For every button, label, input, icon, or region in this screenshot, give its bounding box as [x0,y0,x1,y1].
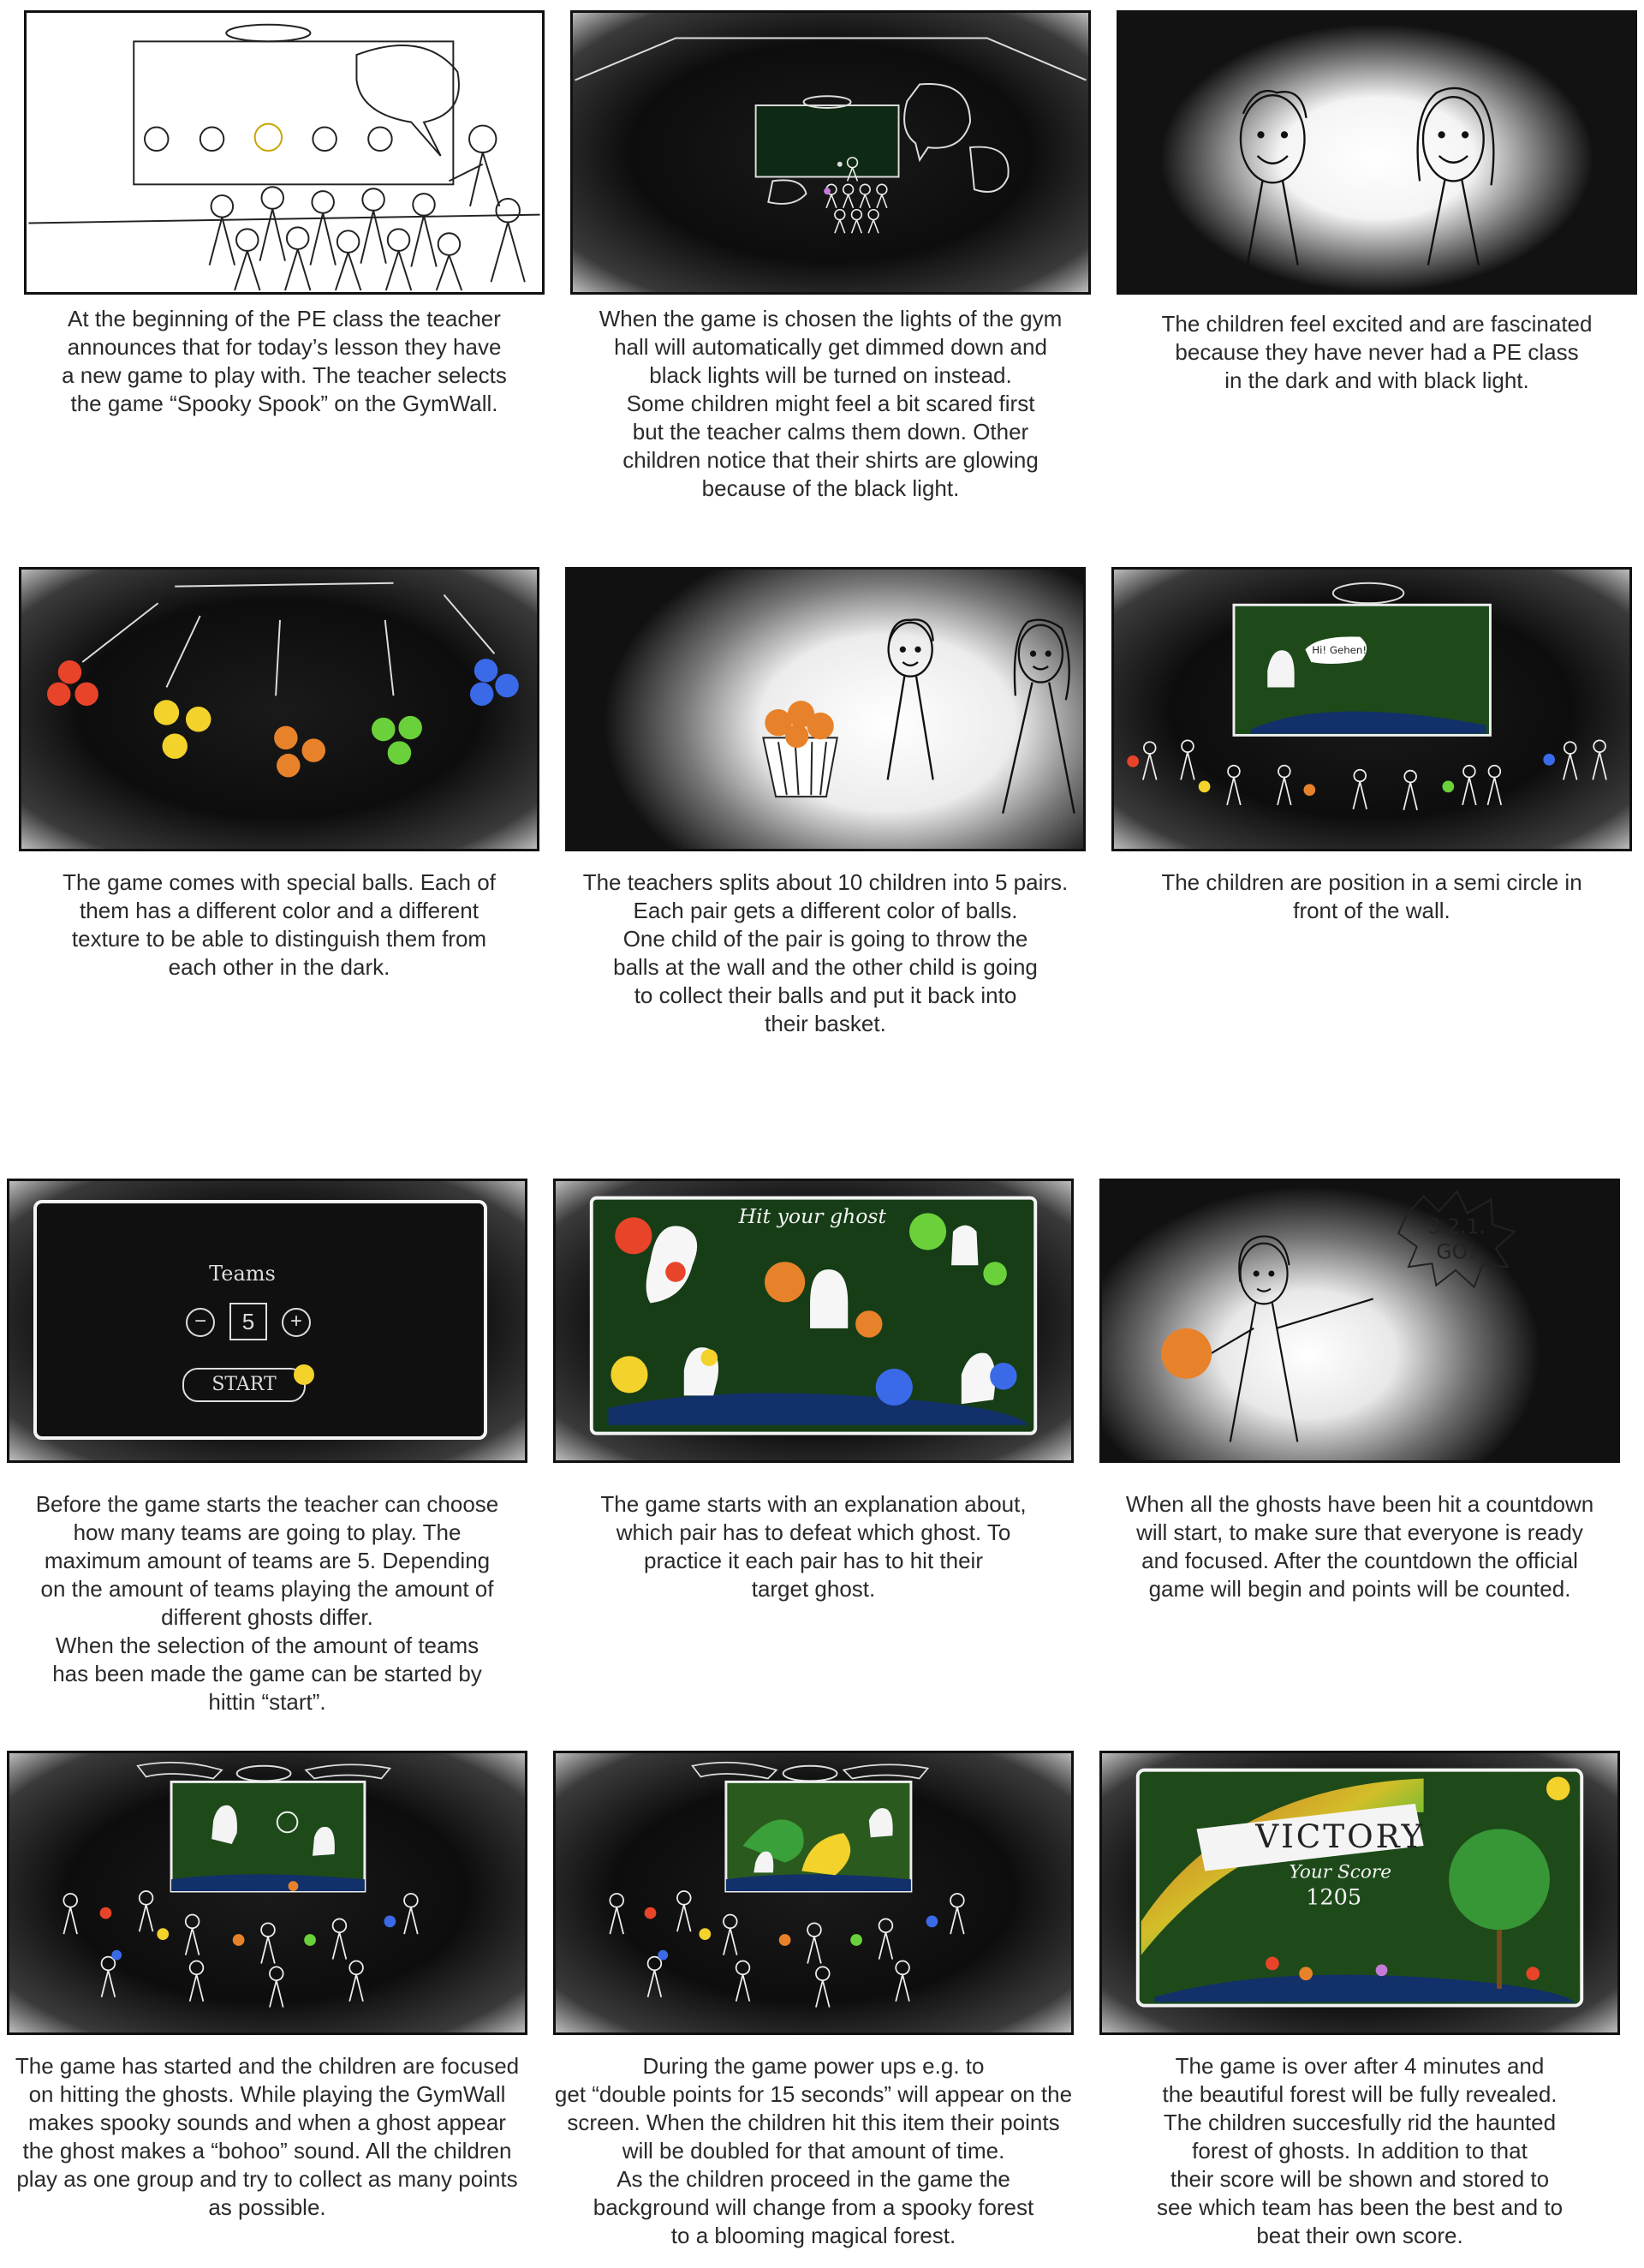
storyboard-panel-5 [565,567,1086,851]
ghost-speech: Hi! Gehen! [1312,644,1367,656]
storyboard-panel-7: Teams − 5 + START [7,1179,527,1463]
minus-button[interactable]: − [186,1308,215,1337]
storyboard-panel-10 [7,1751,527,2035]
plus-button[interactable]: + [282,1308,311,1337]
semi-circle-sketch: Hi! Gehen! [1127,582,1607,811]
green-balls [372,715,422,765]
go-text: GO! [1436,1239,1475,1263]
screen-title: Teams [209,1262,276,1286]
storyboard-panel-2 [570,10,1091,295]
team-count: 5 [229,1303,267,1340]
panel-10-caption: The game has started and the children ar… [15,2053,520,2220]
storyboard-panel-11 [553,1751,1074,2035]
game-play-sketch [63,1761,419,2008]
dimmed-gym-sketch [575,37,1087,234]
special-balls-sketch [46,582,519,778]
storyboard-panel-12: VICTORY Your Score 1205 [1099,1751,1620,2035]
start-button[interactable]: START [182,1368,306,1402]
hit-your-ghost-label: Hit your ghost [738,1204,887,1228]
panel-6-caption: The children are position in a semi circ… [1161,869,1582,923]
red-balls [46,660,98,707]
panel-9-caption: When all the ghosts have been hit a coun… [1125,1491,1594,1602]
panel-12-caption: The game is over after 4 minutes and the… [1156,2053,1564,2248]
panel-7-caption: Before the game starts the teacher can c… [35,1491,499,1715]
panel-2-caption: When the game is chosen the lights of th… [599,306,1063,501]
yellow-balls [153,700,211,759]
countdown-text: 3.2.1. [1428,1215,1486,1238]
excited-children-sketch [1239,87,1495,266]
panel-11-caption: During the game power ups e.g. to get “d… [554,2053,1073,2248]
team-screen: Teams − 5 + START [33,1200,487,1440]
victory-text: VICTORY [1254,1817,1425,1855]
blue-balls [469,659,519,707]
storyboard-panel-1 [24,10,545,295]
score-label: Your Score [1290,1861,1391,1883]
storyboard-panel-3 [1117,10,1637,295]
panel-8-caption: The game starts with an explanation abou… [600,1491,1027,1602]
panel-3-caption: The children feel excited and are fascin… [1161,311,1593,393]
orange-balls [274,725,326,778]
yellow-ball [294,1364,314,1385]
panel-5-caption: The teachers splits about 10 children in… [582,869,1069,1036]
storyboard-panel-4 [19,567,539,851]
pairs-sketch [762,618,1075,815]
power-up-sketch [609,1761,965,2008]
panel-4-caption: The game comes with special balls. Each … [63,869,496,980]
panel-1-caption: At the beginning of the PE class the tea… [62,306,507,416]
storyboard-panel-6: Hi! Gehen! [1111,567,1632,851]
score-value: 1205 [1306,1885,1361,1911]
storyboard-panel-8: Hit your ghost [553,1179,1074,1463]
hit-ghost-sketch: Hit your ghost [589,1196,1038,1435]
victory-sketch: VICTORY Your Score 1205 [1135,1768,1584,2008]
storyboard-panel-9: 3.2.1. GO! [1099,1179,1620,1463]
countdown-sketch: 3.2.1. GO! [1161,1190,1516,1442]
classroom-sketch [28,23,540,291]
